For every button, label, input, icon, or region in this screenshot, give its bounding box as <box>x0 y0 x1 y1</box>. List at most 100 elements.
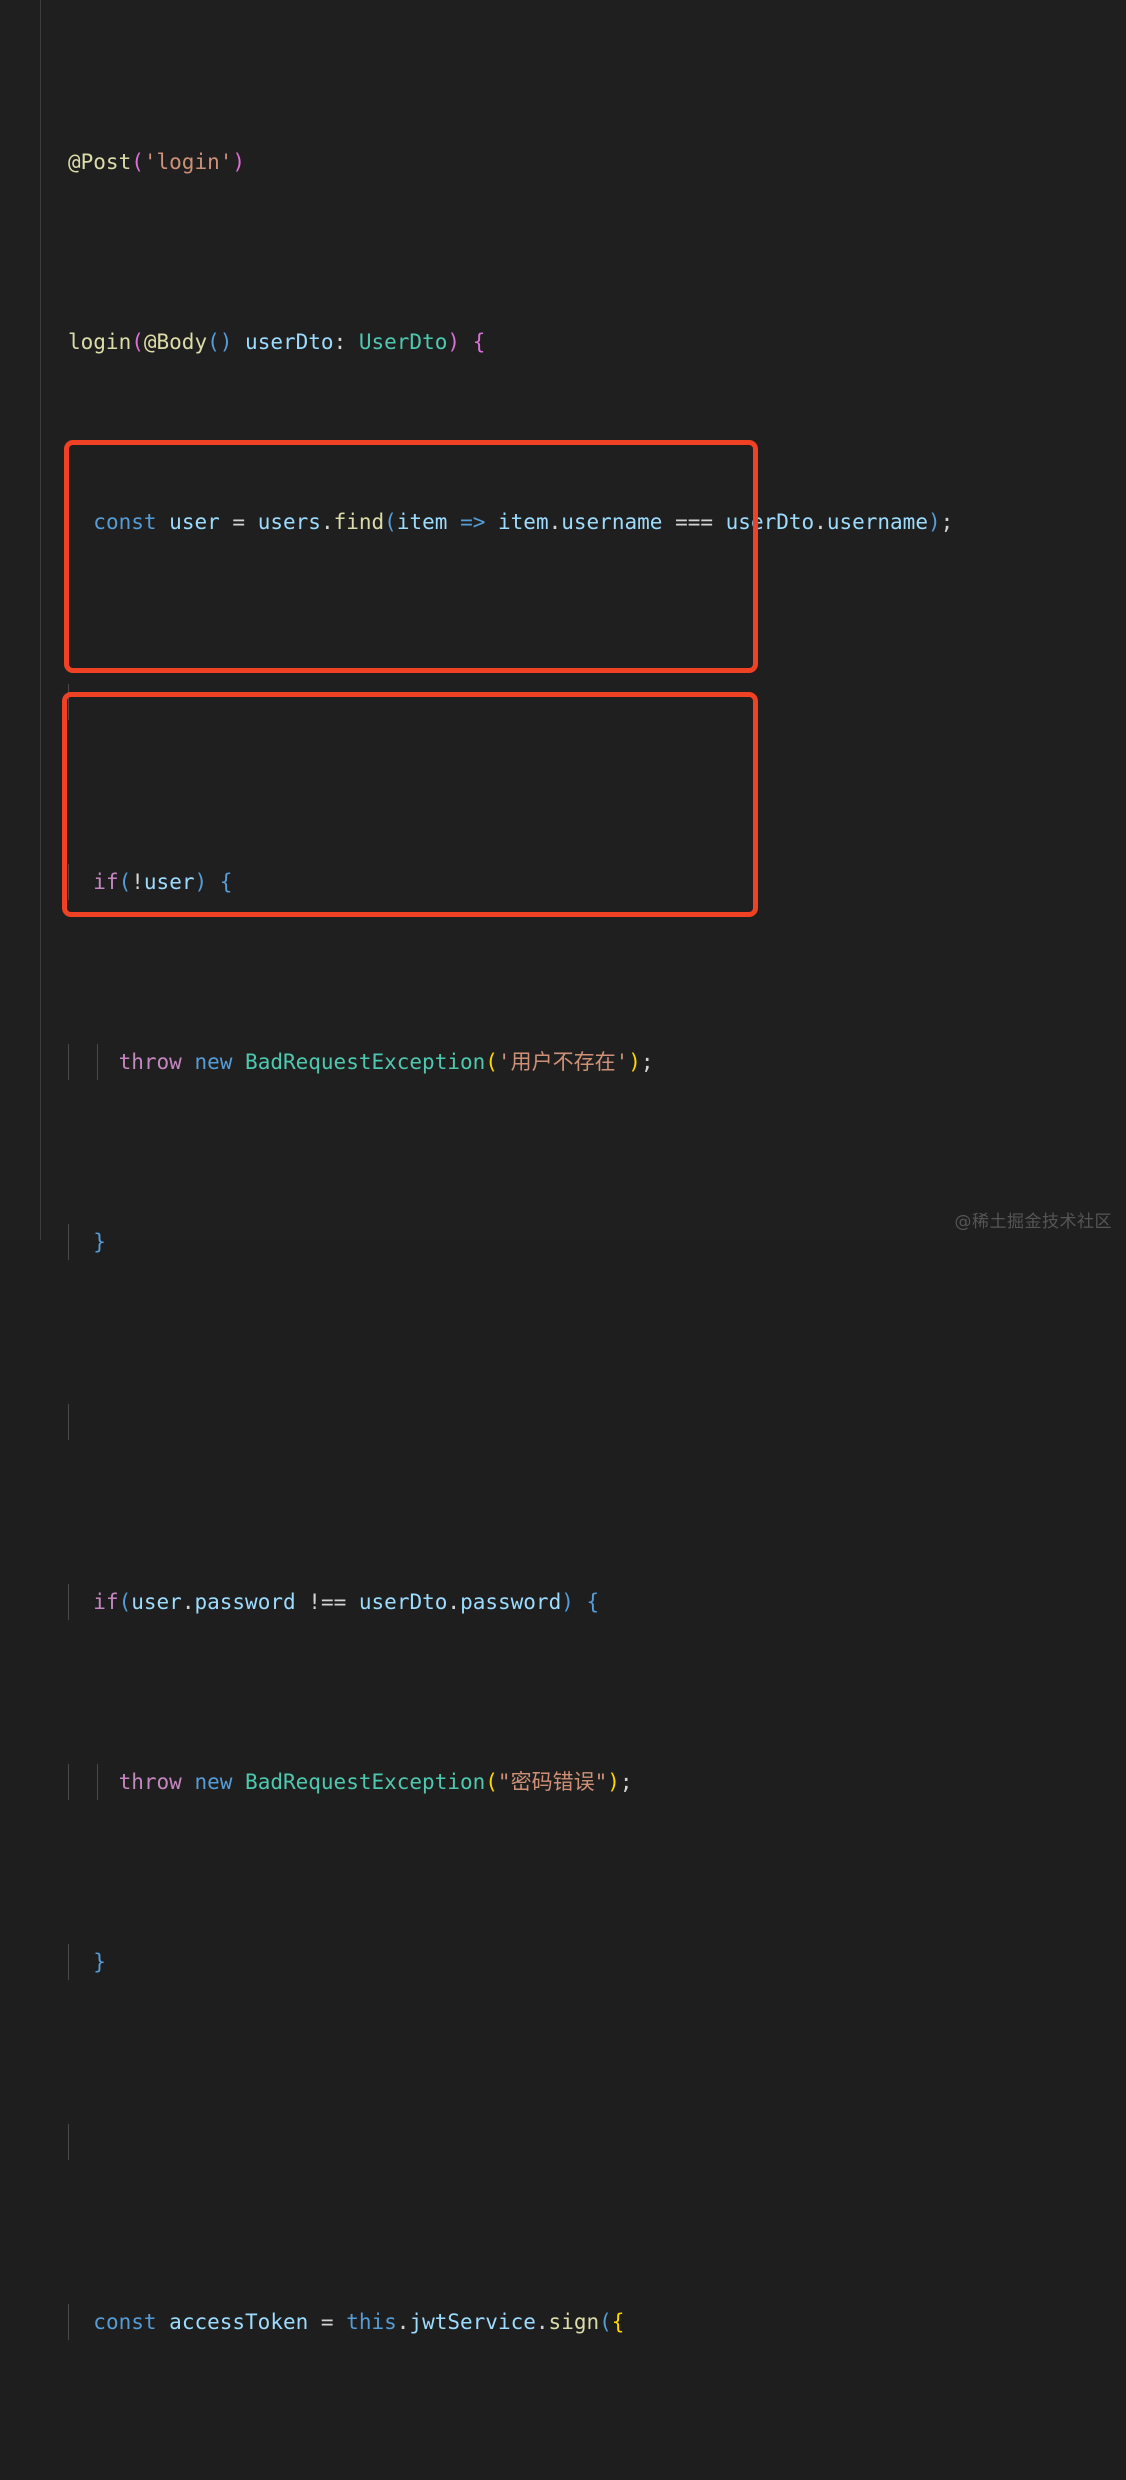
indent-guide <box>68 1404 69 1440</box>
token-kw-new: new <box>194 1770 233 1794</box>
token-colon: : <box>333 330 359 354</box>
token-fn-login: login <box>68 330 132 354</box>
token-semicolon: ; <box>640 1050 654 1074</box>
token-kw-const: const <box>93 510 157 534</box>
indent-guide <box>68 2304 69 2340</box>
token-strict-not-equals: !== <box>308 1590 347 1614</box>
token-brace: { <box>219 870 233 894</box>
token-kw-if: if <box>93 870 119 894</box>
watermark: @稀土掘金技术社区 <box>954 1212 1112 1232</box>
token-brace: { <box>472 330 486 354</box>
token-dot: . <box>548 510 562 534</box>
token-strict-equals: === <box>675 510 713 534</box>
code-line: } <box>42 1944 1126 1980</box>
token-paren: () <box>207 330 233 354</box>
token-dot: . <box>447 1590 461 1614</box>
token-id-user: user <box>131 1590 182 1614</box>
indent-guide <box>68 1224 69 1260</box>
code-line-blank <box>42 2124 1126 2160</box>
token-param-userdto: userDto <box>725 510 815 534</box>
token-paren: ( <box>131 330 144 354</box>
token-brace: { <box>586 1590 600 1614</box>
indent-guide <box>68 1584 69 1620</box>
token-type-userdto: UserDto <box>358 330 448 354</box>
token-kw-const: const <box>93 2310 157 2334</box>
token-paren: ) <box>628 1050 641 1074</box>
code-line: throw new BadRequestException("密码错误"); <box>42 1764 1126 1800</box>
token-paren: ) <box>232 150 246 174</box>
token-kw-throw: throw <box>118 1770 182 1794</box>
token-brace: } <box>93 1230 106 1254</box>
token-paren: ( <box>599 2310 612 2334</box>
token-brace: } <box>93 1950 106 1974</box>
token-kw-this: this <box>346 2310 397 2334</box>
token-method-find: find <box>333 510 385 534</box>
token-brace: { <box>611 2310 625 2334</box>
token-kw-if: if <box>93 1590 119 1614</box>
indent-guide <box>68 1764 69 1800</box>
indent-guide <box>68 1944 69 1980</box>
token-dot: . <box>396 2310 410 2334</box>
token-paren: ) <box>607 1770 620 1794</box>
token-not: ! <box>131 870 144 894</box>
token-dot: . <box>814 510 827 534</box>
token-string-wrong-password: "密码错误" <box>497 1770 608 1794</box>
token-string-login: 'login' <box>143 150 233 174</box>
token-paren: ( <box>384 510 397 534</box>
token-assign: = <box>320 2310 334 2334</box>
token-id-user: user <box>143 870 195 894</box>
code-line: const user = users.find(item => item.use… <box>42 504 1126 540</box>
token-id-item: item <box>396 510 448 534</box>
token-id-user: user <box>169 510 220 534</box>
code-line: login(@Body() userDto: UserDto) { <box>42 324 1126 360</box>
code-content[interactable]: @Post('login') login(@Body() userDto: Us… <box>42 0 1126 2340</box>
indent-guide <box>68 504 69 540</box>
code-line-blank <box>42 684 1126 720</box>
token-method-sign: sign <box>548 2310 600 2334</box>
token-prop-username: username <box>826 510 928 534</box>
code-line: if(!user) { <box>42 864 1126 900</box>
token-paren: ( <box>485 1050 498 1074</box>
token-id-item: item <box>498 510 549 534</box>
token-kw-throw: throw <box>118 1050 182 1074</box>
indent-guide <box>68 684 69 720</box>
token-kw-new: new <box>194 1050 233 1074</box>
token-type-badrequestexception: BadRequestException <box>245 1770 486 1794</box>
token-param-userdto: userDto <box>358 1590 448 1614</box>
code-line: if(user.password !== userDto.password) { <box>42 1584 1126 1620</box>
token-decorator-post: @Post <box>68 150 132 174</box>
token-dot: . <box>320 510 334 534</box>
code-line: throw new BadRequestException('用户不存在'); <box>42 1044 1126 1080</box>
token-paren: ) <box>194 870 208 894</box>
token-paren: ( <box>118 870 132 894</box>
token-semicolon: ; <box>619 1770 633 1794</box>
token-prop-password: password <box>194 1590 296 1614</box>
token-paren: ( <box>485 1770 498 1794</box>
token-id-users: users <box>257 510 321 534</box>
token-arrow: => <box>460 510 486 534</box>
indent-guide <box>68 2124 69 2160</box>
token-dot: . <box>181 1590 195 1614</box>
token-prop-jwtservice: jwtService <box>409 2310 536 2334</box>
indent-guide <box>97 1764 98 1800</box>
token-prop-username: username <box>561 510 663 534</box>
token-dot: . <box>535 2310 549 2334</box>
token-assign: = <box>232 510 246 534</box>
indent-guide <box>68 864 69 900</box>
token-param-userdto: userDto <box>245 330 334 354</box>
token-paren: ( <box>118 1590 132 1614</box>
token-prop-password: password <box>460 1590 562 1614</box>
code-editor: @Post('login') login(@Body() userDto: Us… <box>0 0 1126 2340</box>
token-paren: ) <box>927 510 941 534</box>
token-id-accesstoken: accessToken <box>169 2310 309 2334</box>
token-type-badrequestexception: BadRequestException <box>245 1050 486 1074</box>
code-line: @Post('login') <box>42 144 1126 180</box>
token-decorator-body: @Body <box>143 330 208 354</box>
indent-guide <box>68 1044 69 1080</box>
token-paren: ) <box>561 1590 574 1614</box>
token-paren: ( <box>131 150 144 174</box>
code-line-blank <box>42 1404 1126 1440</box>
code-line: const accessToken = this.jwtService.sign… <box>42 2304 1126 2340</box>
token-string-user-not-exist: '用户不存在' <box>497 1050 629 1074</box>
